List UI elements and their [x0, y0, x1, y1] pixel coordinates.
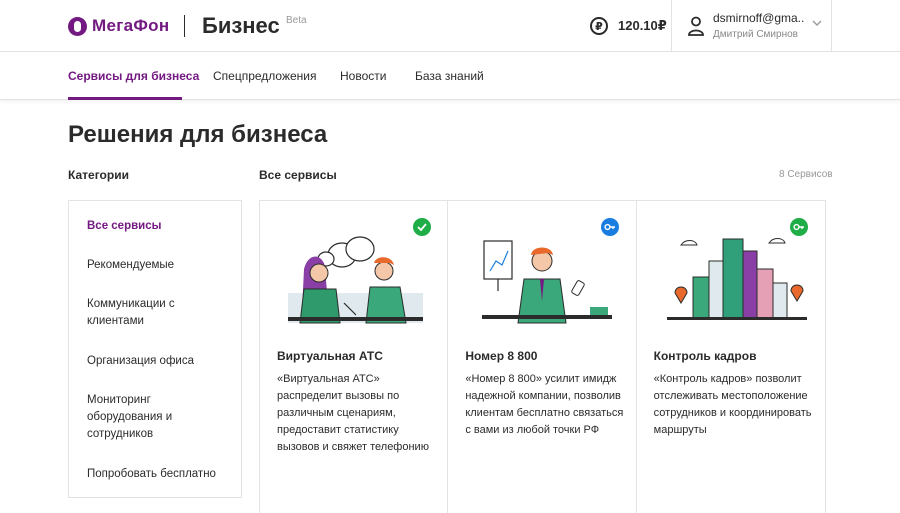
- categories-sidebar: Все сервисы Рекомендуемые Коммуникации с…: [68, 200, 242, 498]
- category-try-free[interactable]: Попробовать бесплатно: [87, 466, 227, 483]
- category-all-services[interactable]: Все сервисы: [87, 218, 227, 235]
- main-nav: Сервисы для бизнеса Спецпредложения Ново…: [0, 52, 900, 100]
- user-email: dsmirnoff@gma...: [713, 11, 805, 25]
- number-8800-illustration: [482, 240, 613, 324]
- megafon-logo[interactable]: МегаФон: [68, 15, 169, 37]
- user-icon: [688, 16, 704, 36]
- user-menu[interactable]: dsmirnoff@gma... Дмитрий Смирнов: [671, 0, 832, 52]
- services-heading: Все сервисы: [259, 168, 337, 182]
- card-title: Контроль кадров: [653, 349, 757, 363]
- category-customer-communications[interactable]: Коммуникации с клиентами: [87, 296, 227, 330]
- tab-business-services[interactable]: Сервисы для бизнеса: [68, 69, 199, 83]
- staff-control-illustration: [666, 238, 807, 320]
- categories-heading: Категории: [68, 168, 129, 182]
- page-title: Решения для бизнеса: [68, 121, 328, 148]
- balance[interactable]: ₽ 120.10₽: [576, 0, 671, 52]
- card-description: «Контроль кадров» позволит отслеживать м…: [653, 373, 812, 436]
- service-card-8800-number[interactable]: Номер 8 800 «Номер 8 800» усилит имидж н…: [448, 201, 637, 513]
- active-tab-indicator: [68, 97, 182, 100]
- tab-knowledge-base[interactable]: База знаний: [415, 69, 484, 83]
- card-description: «Номер 8 800» усилит имидж надежной комп…: [465, 373, 624, 436]
- tab-news[interactable]: Новости: [340, 69, 386, 83]
- card-title: Виртуальная АТС: [277, 349, 383, 363]
- service-card-staff-control[interactable]: Контроль кадров «Контроль кадров» позвол…: [637, 201, 825, 513]
- tab-special-offers[interactable]: Спецпредложения: [213, 69, 317, 83]
- chevron-down-icon[interactable]: [812, 20, 822, 27]
- services-grid: Виртуальная АТС «Виртуальная АТС» распре…: [259, 200, 826, 513]
- card-description: «Виртуальная АТС» распределит вызовы по …: [277, 373, 429, 453]
- logo-divider: [184, 15, 185, 37]
- category-recommended[interactable]: Рекомендуемые: [87, 257, 227, 274]
- service-card-virtual-pbx[interactable]: Виртуальная АТС «Виртуальная АТС» распре…: [260, 201, 449, 513]
- balance-value: 120.10₽: [618, 18, 667, 33]
- user-name: Дмитрий Смирнов: [713, 29, 798, 40]
- virtual-pbx-illustration: [288, 236, 423, 324]
- services-count: 8 Сервисов: [779, 169, 833, 180]
- ruble-icon: ₽: [590, 17, 608, 35]
- category-office-organization[interactable]: Организация офиса: [87, 353, 227, 370]
- logo-text: МегаФон: [92, 16, 170, 35]
- top-header: МегаФон Бизнес Beta ₽ 120.10₽ dsmirnoff@…: [0, 0, 900, 52]
- megafon-logo-icon: [68, 16, 87, 36]
- card-title: Номер 8 800: [465, 349, 538, 363]
- beta-label: Beta: [286, 15, 307, 26]
- category-monitoring[interactable]: Мониторинг оборудования и сотрудников: [87, 392, 227, 443]
- product-name: Бизнес: [202, 13, 280, 38]
